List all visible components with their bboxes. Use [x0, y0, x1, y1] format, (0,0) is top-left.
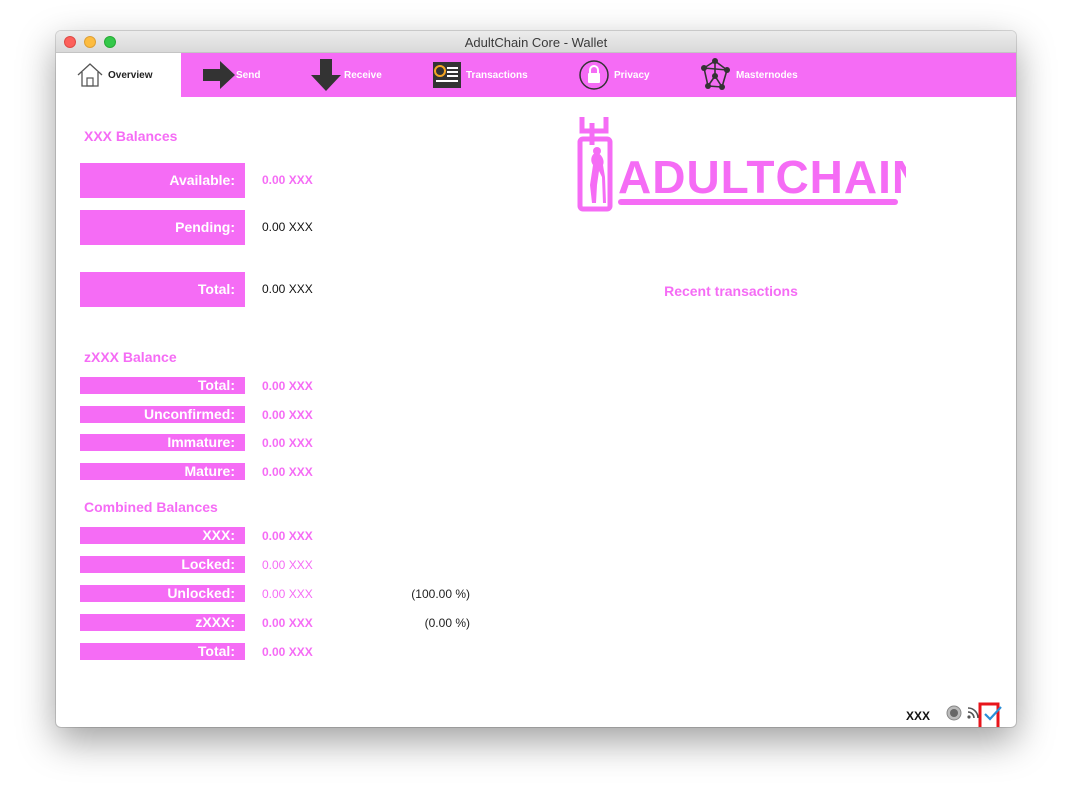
pending-label: Pending:: [80, 210, 245, 245]
combined-xxx-value: 0.00 XXX: [262, 529, 313, 543]
unconfirmed-label: Unconfirmed:: [80, 406, 245, 423]
logo-wordmark: ADULTCHAIN: [618, 151, 906, 203]
tab-transactions-label: Transactions: [466, 69, 528, 81]
combined-total-label: Total:: [80, 643, 245, 660]
z-total-value: 0.00 XXX: [262, 379, 313, 393]
lock-icon: [578, 59, 610, 91]
available-value: 0.00 XXX: [262, 173, 313, 187]
title-bar: AdultChain Core - Wallet: [56, 31, 1016, 53]
z-total-label: Total:: [80, 377, 245, 394]
main-toolbar: Overview Send Receive Transactions Priva…: [56, 53, 1016, 97]
staking-icon[interactable]: [946, 705, 962, 726]
total-value: 0.00 XXX: [262, 282, 313, 296]
available-label: Available:: [80, 163, 245, 198]
arrow-right-icon: [202, 60, 236, 90]
recent-transactions-title: Recent transactions: [664, 283, 798, 299]
status-bar: XXX: [906, 705, 1002, 726]
locked-label: Locked:: [80, 556, 245, 573]
arrow-down-icon: [310, 58, 342, 92]
unconfirmed-value: 0.00 XXX: [262, 408, 313, 422]
tab-masternodes[interactable]: Masternodes: [698, 53, 798, 97]
unlocked-value: 0.00 XXX: [262, 587, 313, 601]
zxxx-percent: (0.00 %): [424, 616, 470, 630]
connections-icon[interactable]: [966, 706, 980, 725]
combined-balances-title: Combined Balances: [84, 499, 218, 515]
transactions-icon: [432, 60, 462, 90]
status-unit: XXX: [905, 708, 930, 723]
combined-total-value: 0.00 XXX: [262, 645, 313, 659]
xxx-balances-title: XXX Balances: [84, 128, 178, 144]
immature-label: Immature:: [80, 434, 245, 451]
tab-privacy-label: Privacy: [614, 69, 650, 81]
combined-xxx-label: XXX:: [80, 527, 245, 544]
tab-receive[interactable]: Receive: [310, 53, 382, 97]
pending-value: 0.00 XXX: [262, 220, 313, 234]
adultchain-logo: ADULTCHAIN: [576, 115, 925, 220]
immature-value: 0.00 XXX: [262, 436, 313, 450]
locked-value: 0.00 XXX: [262, 558, 313, 572]
mature-label: Mature:: [80, 463, 245, 480]
overview-page: XXX Balances Available: 0.00 XXX Pending…: [56, 97, 1016, 727]
tab-overview[interactable]: Overview: [56, 53, 181, 97]
unlocked-label: Unlocked:: [80, 585, 245, 602]
tab-overview-label: Overview: [108, 69, 153, 81]
wallet-window: AdultChain Core - Wallet Overview Send R…: [56, 31, 1016, 727]
synced-check-icon[interactable]: [984, 705, 1002, 726]
mature-value: 0.00 XXX: [262, 465, 313, 479]
tab-masternodes-label: Masternodes: [736, 69, 798, 81]
tab-transactions[interactable]: Transactions: [432, 53, 528, 97]
total-label: Total:: [80, 272, 245, 307]
combined-zxxx-label: zXXX:: [80, 614, 245, 631]
tab-receive-label: Receive: [344, 69, 382, 81]
home-icon: [76, 61, 104, 89]
combined-zxxx-value: 0.00 XXX: [262, 616, 313, 630]
tab-privacy[interactable]: Privacy: [578, 53, 650, 97]
tab-send[interactable]: Send: [202, 53, 260, 97]
unlocked-percent: (100.00 %): [411, 587, 470, 601]
tab-send-label: Send: [236, 69, 261, 81]
window-title: AdultChain Core - Wallet: [464, 35, 608, 50]
network-icon: [698, 58, 732, 92]
zxxx-balance-title: zXXX Balance: [84, 349, 177, 365]
